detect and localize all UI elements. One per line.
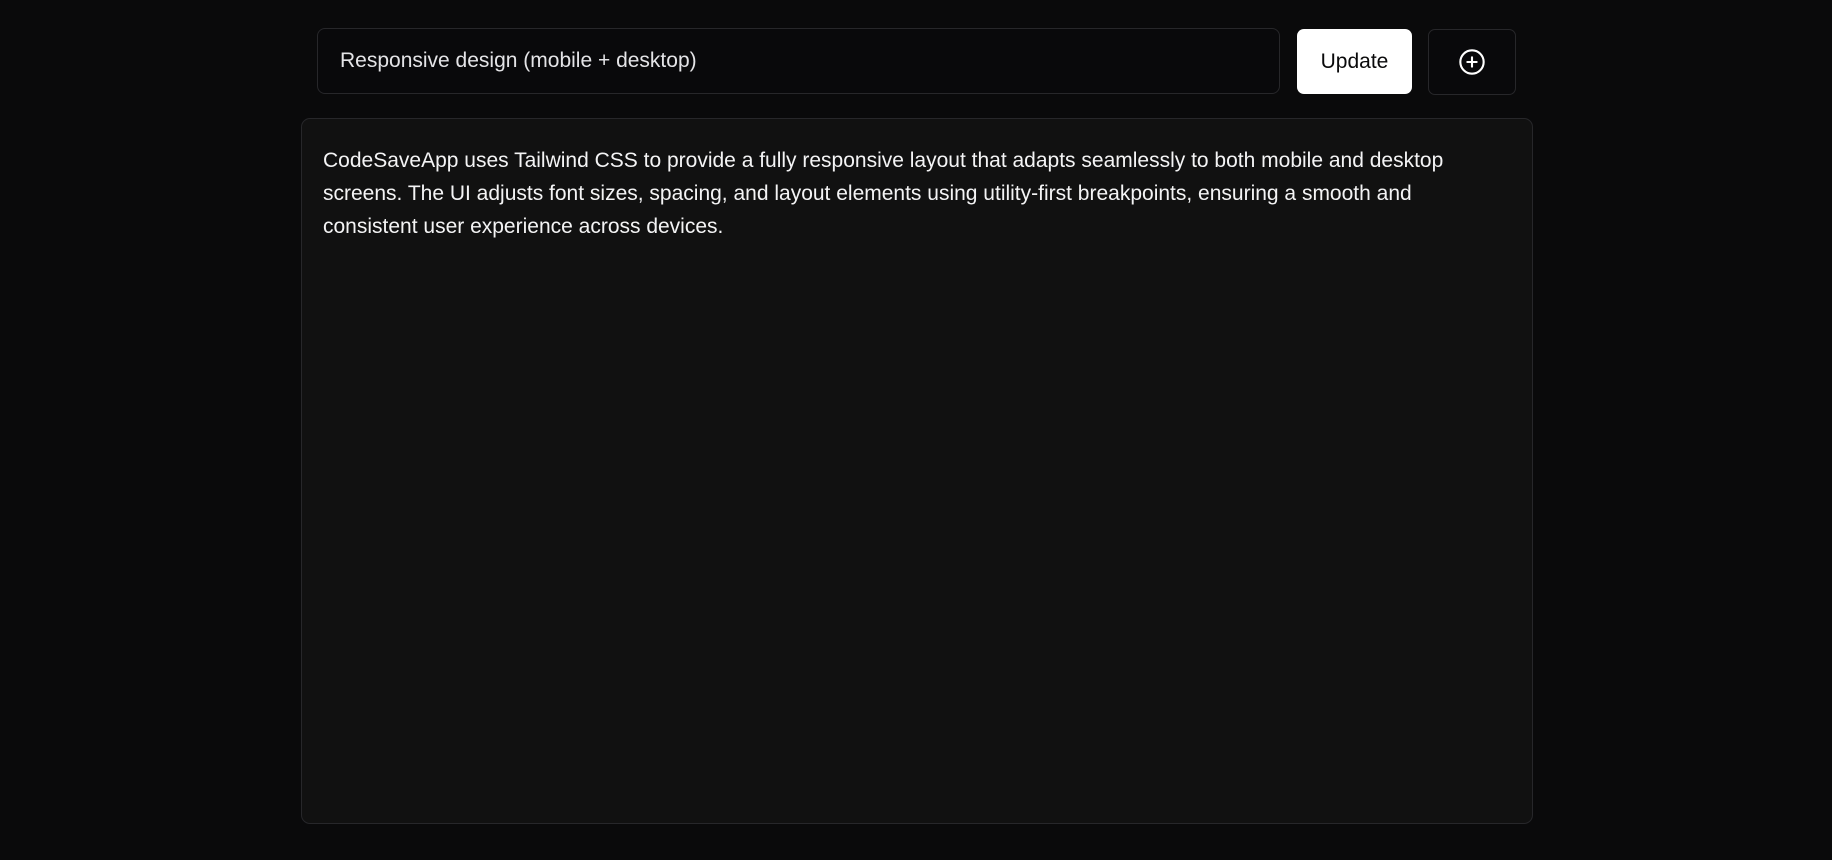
content-editor[interactable]: CodeSaveApp uses Tailwind CSS to provide… [301,118,1533,824]
new-snippet-button[interactable] [1428,29,1516,95]
editor-page: Update CodeSaveApp uses Tailwind CSS to … [0,0,1832,860]
editor-toolbar: Update [317,28,1516,96]
update-button[interactable]: Update [1297,29,1412,94]
title-input[interactable] [317,28,1280,94]
plus-circle-icon [1459,49,1485,75]
